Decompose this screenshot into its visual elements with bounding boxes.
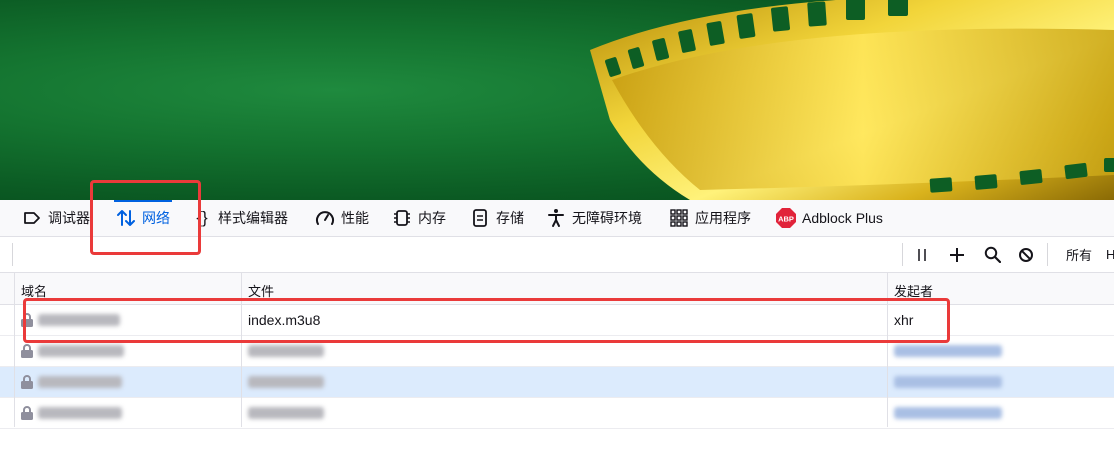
redacted-domain (38, 407, 122, 419)
tab-label: 存储 (496, 210, 524, 226)
file-cell (241, 367, 887, 397)
redacted-file (248, 407, 324, 419)
performance-gauge-icon (315, 208, 335, 228)
tab-memory[interactable]: 内存 (392, 200, 446, 236)
toolbar-divider (902, 243, 903, 266)
table-header: 域名 文件 发起者 (0, 273, 1114, 305)
tab-accessibility[interactable]: 无障碍环境 (546, 200, 642, 236)
column-header-initiator[interactable]: 发起者 (887, 273, 1114, 304)
plus-icon[interactable] (944, 237, 970, 272)
abp-icon: ABP (776, 208, 796, 228)
tab-label: 应用程序 (695, 210, 751, 226)
redacted-domain (38, 345, 124, 357)
tab-label: 内存 (418, 210, 446, 226)
storage-icon (470, 208, 490, 228)
tab-network[interactable]: 网络 (114, 200, 172, 236)
column-header-file[interactable]: 文件 (241, 273, 887, 304)
initiator-cell (887, 367, 1114, 397)
domain-cell (0, 336, 241, 366)
block-icon[interactable] (1013, 237, 1039, 272)
style-editor-braces-icon: {} (196, 208, 208, 227)
table-row[interactable] (0, 336, 1114, 367)
tab-application[interactable]: 应用程序 (669, 200, 751, 236)
accessibility-icon (546, 208, 566, 228)
column-divider[interactable] (14, 273, 15, 427)
tab-label: 无障碍环境 (572, 210, 642, 226)
application-grid-icon (669, 208, 689, 228)
tab-label: Adblock Plus (802, 210, 883, 226)
tab-label: 网络 (142, 210, 170, 226)
redacted-initiator (894, 407, 1002, 419)
lock-icon (21, 375, 33, 389)
tab-storage[interactable]: 存储 (470, 200, 524, 236)
redacted-domain (38, 376, 122, 388)
tab-adblock-plus[interactable]: ABP Adblock Plus (776, 200, 883, 236)
tab-label: 样式编辑器 (218, 210, 288, 226)
lock-icon (21, 344, 33, 358)
toolbar-divider (12, 243, 13, 266)
file-cell: index.m3u8 (248, 312, 321, 328)
network-toolbar: 所有 H (0, 237, 1114, 273)
search-icon[interactable] (979, 237, 1005, 272)
column-header-domain[interactable]: 域名 (14, 273, 241, 304)
redacted-initiator (894, 376, 1002, 388)
memory-chip-icon (392, 208, 412, 228)
redacted-initiator (894, 345, 1002, 357)
lock-icon (21, 406, 33, 420)
initiator-cell (887, 398, 1114, 428)
video-frame (0, 0, 1114, 200)
golden-film-strip-image (590, 0, 1114, 200)
toolbar-divider (1047, 243, 1048, 266)
network-updown-arrows-icon (116, 208, 136, 228)
redacted-file (248, 376, 324, 388)
file-cell (241, 398, 887, 428)
table-row[interactable]: index.m3u8 xhr (0, 305, 1114, 336)
devtools-toolbar: 调试器 网络 {} 样式编辑器 性能 内存 存储 无障碍环境 应用程序 ABP … (0, 200, 1114, 237)
network-request-table: 域名 文件 发起者 index.m3u8 xhr (0, 273, 1114, 429)
initiator-cell (887, 336, 1114, 366)
column-divider[interactable] (241, 273, 242, 427)
domain-cell (0, 398, 241, 428)
filter-all-button[interactable]: 所有 (1058, 237, 1100, 272)
svg-text:ABP: ABP (778, 215, 794, 224)
domain-cell (0, 367, 241, 397)
table-row[interactable] (0, 398, 1114, 429)
pause-icon[interactable] (910, 237, 934, 272)
column-divider[interactable] (887, 273, 888, 427)
domain-cell (0, 305, 241, 335)
table-row-selected[interactable] (0, 367, 1114, 398)
tab-performance[interactable]: 性能 (315, 200, 369, 236)
file-cell (241, 336, 887, 366)
tab-label: 性能 (341, 210, 369, 226)
initiator-cell: xhr (894, 312, 914, 328)
lock-icon (21, 313, 33, 327)
tab-label: 调试器 (48, 210, 90, 226)
redacted-file (248, 345, 324, 357)
filter-html-button-clipped[interactable]: H (1106, 237, 1114, 272)
tab-style-editor[interactable]: {} 样式编辑器 (192, 200, 288, 236)
redacted-domain (38, 314, 120, 326)
tab-debugger[interactable]: 调试器 (22, 200, 90, 236)
debugger-icon (22, 208, 42, 228)
